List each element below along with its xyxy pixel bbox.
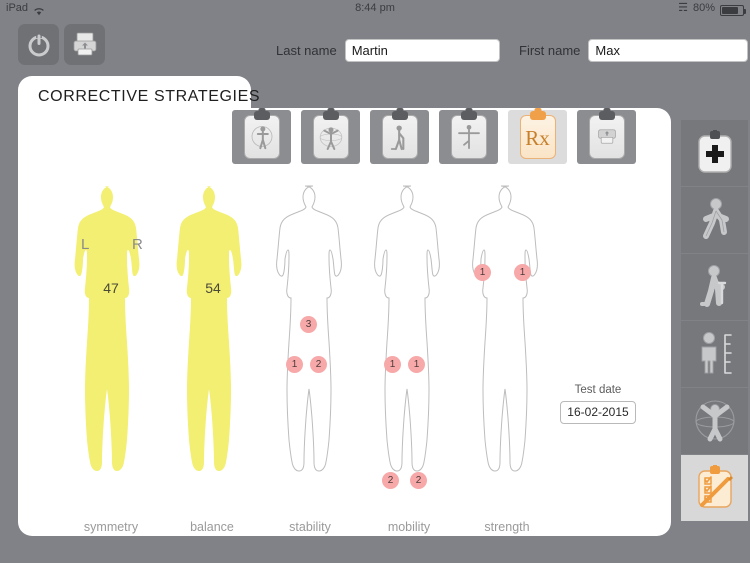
sidebar-item-measure[interactable]: [681, 321, 748, 387]
printer-icon: [73, 32, 96, 55]
tab-rx[interactable]: Rx: [508, 110, 567, 164]
test-date-group: Test date 16-02-2015: [560, 384, 636, 424]
body-silhouette-filled: [74, 186, 140, 471]
marker-mobility-hip-right[interactable]: 1: [408, 356, 425, 373]
body-silhouette-outline: [276, 185, 342, 472]
sidebar-item-medical[interactable]: [681, 120, 748, 186]
page-title: CORRECTIVE STRATEGIES: [38, 88, 261, 105]
clipboard-pencil-icon: [697, 465, 733, 508]
clipboard-symmetry-icon: [312, 115, 349, 159]
person-sphere-icon: [694, 400, 735, 442]
clipboard-rx-icon: Rx: [519, 115, 556, 159]
sidebar-item-strategies[interactable]: [681, 455, 748, 521]
marker-mobility-knee-right[interactable]: 2: [410, 472, 427, 489]
figure-mobility[interactable]: 1 1 2 2: [362, 180, 460, 500]
tab-bar: Rx: [232, 110, 636, 164]
test-date-label: Test date: [574, 384, 622, 396]
test-date-input[interactable]: 16-02-2015: [560, 401, 636, 424]
last-name-group: Last name Martin: [276, 39, 500, 62]
app-root: iPad 8:44 pm ☴ 80% Last name Martin Firs…: [0, 0, 750, 563]
marker-stability-hip-right[interactable]: 2: [310, 356, 327, 373]
marker-strength-shoulder-left[interactable]: 1: [474, 264, 491, 281]
tab-gait[interactable]: [370, 110, 429, 164]
status-bar: iPad 8:44 pm ☴ 80%: [0, 0, 750, 17]
clipboard-print-icon: [588, 115, 625, 159]
label-left-side: L: [81, 236, 90, 253]
category-label-strength: strength: [484, 520, 530, 534]
symmetry-value-left: 47: [103, 280, 119, 296]
status-bar-time: 8:44 pm: [355, 2, 395, 14]
clipboard-cross-icon: [697, 130, 732, 173]
marker-stability-lower-back[interactable]: 3: [300, 316, 317, 333]
clipboard-gait-icon: [381, 115, 418, 159]
body-silhouette-filled: [176, 186, 242, 471]
first-name-group: First name Max: [519, 39, 749, 62]
tab-posture[interactable]: [232, 110, 291, 164]
battery-percent-label: 80%: [692, 2, 715, 14]
body-silhouette-outline: [472, 185, 538, 472]
last-name-label: Last name: [276, 43, 337, 58]
power-icon: [28, 33, 49, 56]
marker-mobility-knee-left[interactable]: 2: [382, 472, 399, 489]
bluetooth-icon: ☴: [678, 2, 688, 14]
marker-mobility-hip-left[interactable]: 1: [384, 356, 401, 373]
status-bar-right: ☴ 80%: [678, 0, 746, 17]
figure-balance[interactable]: 54: [164, 180, 262, 500]
walking-person-icon: [702, 198, 729, 239]
power-button[interactable]: [18, 24, 59, 65]
label-right-side: R: [132, 236, 143, 253]
right-sidebar: [681, 120, 748, 522]
person-ruler-icon: [701, 332, 732, 374]
figure-strength[interactable]: 1 1: [460, 180, 558, 500]
body-silhouette-outline: [374, 185, 440, 472]
last-name-input[interactable]: Martin: [344, 39, 500, 62]
figure-stability[interactable]: 3 1 2: [264, 180, 362, 500]
category-labels: symmetry balance stability mobility stre…: [18, 520, 671, 540]
clipboard-balance-icon: [450, 115, 487, 159]
first-name-input[interactable]: Max: [588, 39, 749, 62]
sidebar-item-gait[interactable]: [681, 187, 748, 253]
figure-symmetry[interactable]: L R 47: [62, 180, 160, 500]
marker-stability-hip-left[interactable]: 1: [286, 356, 303, 373]
top-toolbar: Last name Martin First name Max: [0, 17, 750, 72]
balance-value-right: 54: [205, 280, 221, 296]
tab-print-report[interactable]: [577, 110, 636, 164]
tab-symmetry[interactable]: [301, 110, 360, 164]
first-name-label: First name: [519, 43, 581, 58]
sidebar-item-balance[interactable]: [681, 388, 748, 454]
body-figures: L R 47 54 3 1 2 1 1 2 2 1 1: [18, 180, 671, 500]
marker-strength-shoulder-right[interactable]: 1: [514, 264, 531, 281]
sidebar-item-crutch[interactable]: [681, 254, 748, 320]
print-button[interactable]: [64, 24, 105, 65]
battery-icon: [720, 5, 746, 16]
tab-balance[interactable]: [439, 110, 498, 164]
clipboard-posture-icon: [243, 115, 280, 159]
tab-rx-label: Rx: [525, 126, 550, 150]
person-crutch-icon: [699, 265, 726, 307]
